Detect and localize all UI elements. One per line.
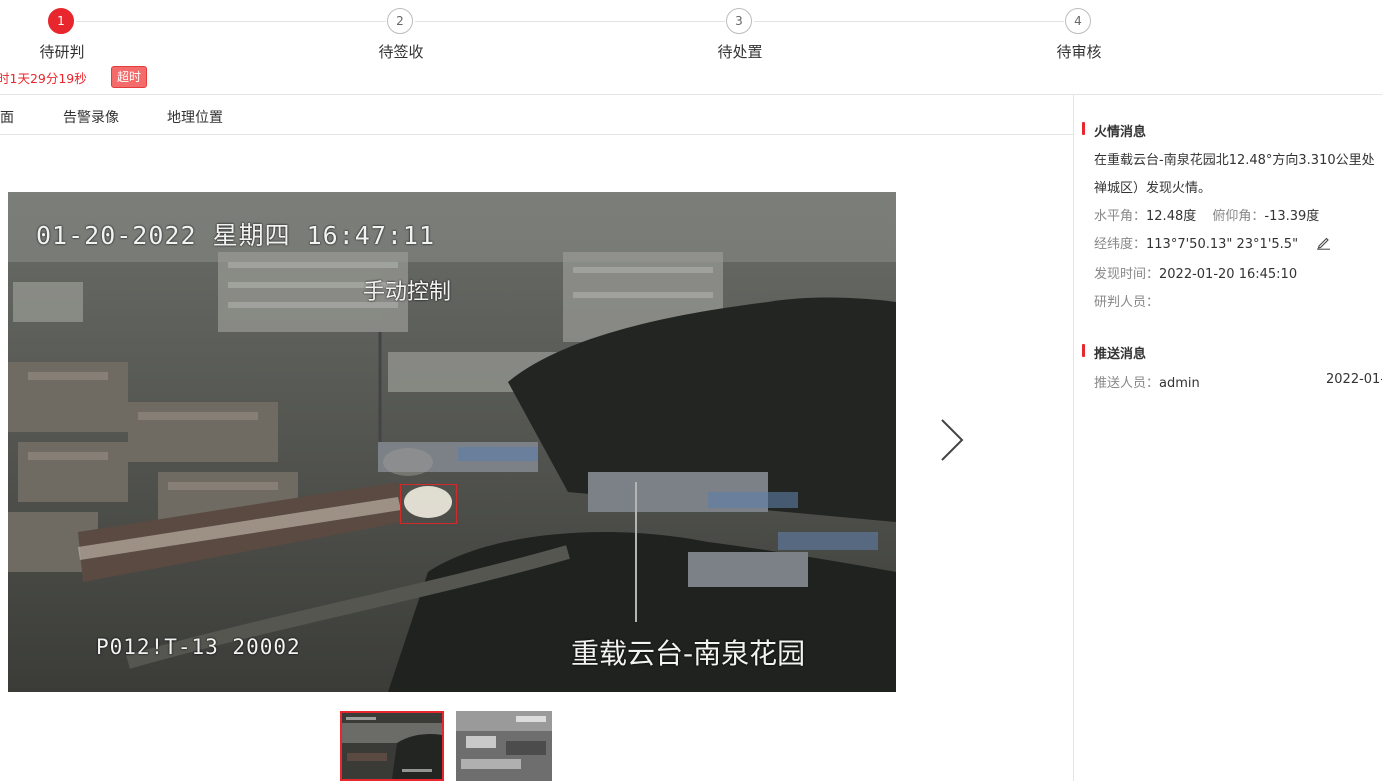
overlay-camera-code: P012!T-13 20002	[96, 635, 301, 659]
media-tabs: 面 告警录像 地理位置	[0, 95, 1073, 135]
alarm-snapshot[interactable]: 01-20-2022 星期四 16:47:11 手动控制 P012!T-13 2…	[8, 192, 896, 692]
fire-description-line2: 禅城区）发现火情。	[1094, 181, 1212, 196]
tab-scene[interactable]: 面	[0, 107, 14, 127]
elapsed-timer: 时1天29分19秒	[0, 71, 87, 86]
pusher-row: 推送人员：admin	[1094, 372, 1200, 391]
step-4-label[interactable]: 待审核	[1019, 41, 1139, 62]
fire-info-title: 火情消息	[1094, 125, 1147, 140]
edit-pencil-icon[interactable]	[1316, 235, 1331, 254]
found-time-value: 2022-01-20 16:45:10	[1159, 267, 1298, 282]
coordinate-value: 113°7'50.13" 23°1'5.5"	[1146, 237, 1299, 252]
step-connector	[76, 21, 386, 22]
horizontal-angle-value: 12.48度	[1146, 209, 1197, 224]
panel-divider	[1073, 95, 1074, 781]
step-2-circle[interactable]: 2	[387, 8, 413, 34]
pusher-value: admin	[1159, 376, 1200, 391]
pitch-angle-value: -13.39度	[1264, 209, 1320, 224]
step-4-circle[interactable]: 4	[1065, 8, 1091, 34]
tab-alarm-recording[interactable]: 告警录像	[63, 107, 119, 127]
coordinate-label: 经纬度：	[1094, 237, 1147, 252]
found-time-label: 发现时间：	[1094, 267, 1160, 282]
overlay-datetime: 01-20-2022 星期四 16:47:11	[36, 221, 436, 250]
fire-detection-box	[400, 484, 457, 524]
step-1-label[interactable]: 待研判	[2, 41, 122, 62]
angle-row: 水平角：12.48度 俯仰角：-13.39度	[1094, 205, 1319, 224]
tab-geo-location[interactable]: 地理位置	[167, 107, 223, 127]
push-info-title: 推送消息	[1094, 347, 1147, 362]
step-3-circle[interactable]: 3	[726, 8, 752, 34]
section-marker	[1082, 122, 1085, 135]
chevron-right-icon[interactable]	[932, 416, 972, 464]
step-connector	[754, 21, 1064, 22]
process-stepper: 1 待研判 2 待签收 3 待处置 4 待审核 时1天29分19秒 超时	[0, 0, 1382, 94]
pitch-angle-label: 俯仰角：	[1212, 209, 1265, 224]
horizontal-angle-label: 水平角：	[1094, 209, 1147, 224]
analyst-row: 研判人员：	[1094, 291, 1159, 310]
analyst-label: 研判人员：	[1094, 295, 1160, 310]
coordinate-row: 经纬度：113°7'50.13" 23°1'5.5"	[1094, 233, 1331, 254]
overlay-control-mode: 手动控制	[363, 280, 452, 305]
step-1-circle[interactable]: 1	[48, 8, 74, 34]
overtime-badge: 超时	[111, 66, 148, 88]
thumbnail-thermal[interactable]	[456, 711, 552, 781]
step-3-label[interactable]: 待处置	[680, 41, 800, 62]
push-time: 2022-01-	[1326, 372, 1382, 387]
section-marker	[1082, 344, 1085, 357]
step-2-label[interactable]: 待签收	[341, 41, 461, 62]
overlay-site-name: 重载云台-南泉花园	[571, 637, 806, 670]
fire-description-line1: 在重载云台-南泉花园北12.48°方向3.310公里处	[1094, 153, 1375, 168]
thumbnail-visible[interactable]	[340, 711, 444, 781]
found-time-row: 发现时间：2022-01-20 16:45:10	[1094, 263, 1297, 282]
pusher-label: 推送人员：	[1094, 376, 1160, 391]
step-connector	[415, 21, 725, 22]
aerial-scene	[8, 192, 896, 692]
